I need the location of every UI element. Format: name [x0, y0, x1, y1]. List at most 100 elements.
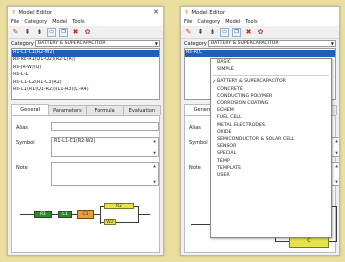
- wire: [138, 214, 150, 215]
- wire: [100, 206, 104, 207]
- list-item[interactable]: Rs-C-L: [12, 72, 159, 79]
- menu-model[interactable]: Model: [52, 19, 67, 25]
- scroll-up-icon[interactable]: ▲: [335, 139, 338, 143]
- wire: [336, 206, 337, 242]
- toolbar: ✎ ⇞ ⇟ ▭ ❐ ✖ ✿: [181, 26, 339, 39]
- move-up-icon[interactable]: ⇞: [23, 28, 32, 37]
- menu-tools[interactable]: Tools: [72, 19, 84, 25]
- list-item[interactable]: Rs-Rc-R1(Q1-Q2)(R2-L(R)): [12, 57, 159, 64]
- close-icon[interactable]: ✕: [153, 8, 159, 16]
- dropdown-item[interactable]: TEMPLATE: [211, 165, 331, 172]
- dropdown-item[interactable]: SEMICONDUCTOR & SOLAR CELL: [211, 136, 331, 143]
- note-label: Note: [16, 165, 28, 171]
- settings-icon[interactable]: ✿: [83, 28, 92, 37]
- window-title: Model Editor: [18, 9, 53, 16]
- wire: [20, 214, 34, 215]
- list-item[interactable]: Rs-C1-C2(R1-C3(R2): [12, 80, 159, 87]
- dropdown-item[interactable]: CONCRETE: [211, 86, 331, 93]
- tab-formula[interactable]: Formula: [85, 105, 124, 115]
- dropdown-item[interactable]: CORROSION COATING: [211, 100, 331, 107]
- category-label: Category: [184, 40, 207, 47]
- note-field[interactable]: ▲ ▼: [51, 162, 159, 186]
- note-label: Note: [189, 165, 201, 171]
- scroll-up-icon[interactable]: ▲: [153, 139, 156, 143]
- menu-separator: [213, 75, 329, 77]
- category-dropdown-menu[interactable]: BASIC SIMPLE BATTERY & SUPERCAPACITOR CO…: [210, 58, 332, 238]
- symbol-value: R1-L1-C1(R2-W2): [54, 139, 96, 144]
- tab-parameters[interactable]: Parameters: [48, 105, 87, 115]
- model-editor-window-left: ♆ Model Editor ✕ File Category Model Too…: [7, 6, 164, 256]
- app-icon: ♆: [11, 9, 17, 16]
- menu-bar: File Category Model Tools: [181, 18, 339, 26]
- circuit-element-c1[interactable]: C1: [77, 210, 94, 219]
- circuit-element-w2[interactable]: W2: [104, 219, 116, 225]
- dropdown-item[interactable]: TEMP: [211, 157, 331, 164]
- tab-evaluation[interactable]: Evaluation: [122, 105, 161, 115]
- toolbar: ✎ ⇞ ⇟ ▭ ❐ ✖ ✿: [8, 26, 163, 39]
- delete-icon[interactable]: ✖: [244, 28, 253, 37]
- copy-icon[interactable]: ❐: [59, 27, 68, 37]
- dropdown-item[interactable]: SENSOR: [211, 143, 331, 150]
- circuit-element-r1[interactable]: R1: [34, 211, 52, 218]
- dropdown-item-checked[interactable]: BATTERY & SUPERCAPACITOR: [211, 78, 331, 85]
- dropdown-item[interactable]: METAL ELECTRODES: [211, 122, 331, 129]
- alias-field[interactable]: [51, 122, 159, 131]
- dropdown-item[interactable]: BASIC: [211, 59, 331, 66]
- wire: [100, 222, 104, 223]
- category-row: Category BATTERY & SUPERCAPACITOR ▼: [8, 39, 163, 48]
- scroll-down-icon[interactable]: ▼: [153, 151, 156, 155]
- copy-icon[interactable]: ❐: [232, 27, 241, 37]
- window-title: Model Editor: [191, 9, 226, 16]
- settings-icon[interactable]: ✿: [256, 28, 265, 37]
- dropdown-item[interactable]: USER: [211, 172, 331, 179]
- alias-label: Alias: [16, 125, 28, 131]
- menu-file[interactable]: File: [11, 19, 19, 25]
- symbol-label: Symbol: [16, 140, 35, 146]
- dropdown-item[interactable]: CONDUCTING POLYMER: [211, 93, 331, 100]
- move-up-icon[interactable]: ⇞: [196, 28, 205, 37]
- list-item[interactable]: Rs-(R-W)(Q): [12, 65, 159, 72]
- new-model-icon[interactable]: ▭: [220, 27, 229, 37]
- general-pane: Alias Symbol R1-L1-C1(R2-W2) ▲ ▼ Note ▲ …: [11, 116, 160, 253]
- scroll-up-icon[interactable]: ▲: [335, 164, 338, 168]
- menu-file[interactable]: File: [184, 19, 192, 25]
- move-down-icon[interactable]: ⇟: [208, 28, 217, 37]
- app-icon: ♆: [184, 9, 190, 16]
- menu-category[interactable]: Category: [197, 19, 220, 25]
- scroll-down-icon[interactable]: ▼: [335, 180, 338, 184]
- model-list[interactable]: R1-L1-C1(R2-W2) Rs-Rc-R1(Q1-Q2)(R2-L(R))…: [11, 48, 160, 100]
- dropdown-item[interactable]: SIMPLE: [211, 66, 331, 73]
- title-bar: ♆ Model Editor: [181, 7, 339, 18]
- category-select[interactable]: BATTERY & SUPERCAPACITOR ▼: [35, 40, 160, 47]
- circuit-diagram: R1 L1 C1 R2 W2: [12, 194, 161, 234]
- menu-bar: File Category Model Tools: [8, 18, 163, 26]
- tab-general[interactable]: General: [11, 104, 50, 115]
- list-item[interactable]: Rs-R(C: [185, 50, 335, 58]
- open-icon[interactable]: ✎: [184, 28, 193, 37]
- menu-tools[interactable]: Tools: [245, 19, 257, 25]
- scroll-up-icon[interactable]: ▲: [153, 164, 156, 168]
- move-down-icon[interactable]: ⇟: [35, 28, 44, 37]
- list-item[interactable]: Rs-C1(R1(Q1-R2))(L1-R3)(C-R4): [12, 87, 159, 94]
- category-select[interactable]: BATTERY & SUPERCAPACITOR ▼: [208, 40, 336, 47]
- open-icon[interactable]: ✎: [11, 28, 20, 37]
- wire: [275, 241, 289, 242]
- menu-category[interactable]: Category: [24, 19, 47, 25]
- dropdown-item[interactable]: OXIDE: [211, 129, 331, 136]
- dropdown-item[interactable]: ECHEM: [211, 107, 331, 114]
- new-model-icon[interactable]: ▭: [47, 27, 56, 37]
- menu-model[interactable]: Model: [225, 19, 240, 25]
- model-editor-window-right: ♆ Model Editor File Category Model Tools…: [180, 6, 340, 256]
- category-value: BATTERY & SUPERCAPACITOR: [38, 41, 106, 46]
- symbol-field[interactable]: R1-L1-C1(R2-W2) ▲ ▼: [51, 137, 159, 157]
- circuit-element-l1[interactable]: L1: [58, 211, 72, 218]
- scroll-down-icon[interactable]: ▼: [335, 151, 338, 155]
- dropdown-item[interactable]: SPECIAL: [211, 150, 331, 157]
- dropdown-item[interactable]: FUEL CELL: [211, 114, 331, 121]
- symbol-label: Symbol: [189, 140, 208, 146]
- scroll-down-icon[interactable]: ▼: [153, 180, 156, 184]
- wire: [116, 222, 139, 223]
- circuit-element-r2[interactable]: R2: [104, 203, 134, 209]
- delete-icon[interactable]: ✖: [71, 28, 80, 37]
- list-item[interactable]: R1-L1-C1(R2-W2): [12, 50, 159, 58]
